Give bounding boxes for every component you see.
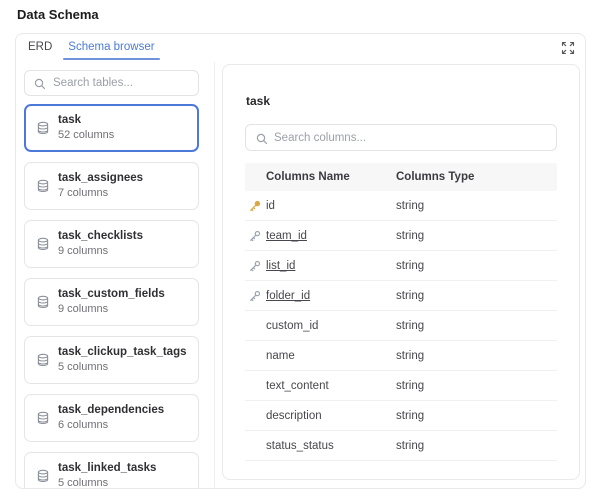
table-card-task_clickup_task_tags[interactable]: task_clickup_task_tags 5 columns — [24, 336, 199, 384]
columns-table-header: Columns Name Columns Type — [245, 163, 557, 191]
table-card-task_dependencies[interactable]: task_dependencies 6 columns — [24, 394, 199, 442]
table-columns-count: 9 columns — [58, 246, 143, 257]
tab-bar: ERD Schema browser — [16, 34, 585, 60]
table-name: task_custom_fields — [58, 289, 165, 301]
tables-search-input[interactable] — [25, 71, 198, 95]
column-row: text_content string — [245, 371, 557, 401]
column-row: id string — [245, 191, 557, 221]
table-name: task_assignees — [58, 173, 143, 185]
expand-icon[interactable] — [561, 41, 575, 55]
database-icon — [36, 469, 50, 483]
column-name: status_status — [266, 440, 334, 452]
table-card-task_checklists[interactable]: task_checklists 9 columns — [24, 220, 199, 268]
column-type: string — [396, 230, 557, 242]
primary-key-icon — [249, 200, 261, 212]
columns-search — [245, 124, 557, 151]
table-detail-card: task Columns Name Columns Type id — [222, 64, 580, 480]
table-name: task_checklists — [58, 231, 143, 243]
columns-table: Columns Name Columns Type id string team… — [245, 163, 557, 461]
column-name: id — [266, 200, 275, 212]
foreign-key-icon — [249, 290, 261, 302]
detail-table-title: task — [246, 94, 270, 108]
column-row: list_id string — [245, 251, 557, 281]
column-name[interactable]: folder_id — [266, 290, 310, 302]
columns-search-input[interactable] — [246, 125, 556, 150]
table-name: task_linked_tasks — [58, 463, 156, 475]
sidebar-divider — [214, 62, 215, 488]
column-type: string — [396, 350, 557, 362]
data-schema-widget: Data Schema ERD Schema browser — [0, 0, 600, 501]
table-columns-count: 5 columns — [58, 362, 187, 373]
schema-panel: ERD Schema browser — [15, 33, 586, 489]
database-icon — [36, 353, 50, 367]
column-row: status_status string — [245, 431, 557, 461]
column-type: string — [396, 410, 557, 422]
column-row: custom_id string — [245, 311, 557, 341]
column-type: string — [396, 260, 557, 272]
database-icon — [36, 237, 50, 251]
tables-search — [24, 70, 199, 96]
table-columns-count: 5 columns — [58, 478, 156, 489]
column-type: string — [396, 200, 557, 212]
column-name: name — [266, 350, 295, 362]
foreign-key-icon — [249, 260, 261, 272]
column-row: team_id string — [245, 221, 557, 251]
table-card-task_custom_fields[interactable]: task_custom_fields 9 columns — [24, 278, 199, 326]
column-name: description — [266, 410, 322, 422]
header-columns-type: Columns Type — [396, 171, 474, 183]
table-columns-count: 52 columns — [58, 130, 114, 141]
column-row: folder_id string — [245, 281, 557, 311]
tab-schema-browser[interactable]: Schema browser — [68, 34, 154, 60]
database-icon — [36, 411, 50, 425]
table-list: task 52 columns task_assignees 7 columns… — [24, 104, 199, 489]
foreign-key-icon — [249, 230, 261, 242]
column-row: name string — [245, 341, 557, 371]
column-type: string — [396, 380, 557, 392]
header-columns-name: Columns Name — [245, 171, 396, 183]
tab-erd[interactable]: ERD — [28, 34, 52, 60]
column-name[interactable]: list_id — [266, 260, 295, 272]
database-icon — [36, 121, 50, 135]
table-name: task_dependencies — [58, 405, 164, 417]
table-card-task_linked_tasks[interactable]: task_linked_tasks 5 columns — [24, 452, 199, 489]
table-name: task — [58, 115, 114, 127]
column-type: string — [396, 440, 557, 452]
columns-table-body: id string team_id string list_id string … — [245, 191, 557, 461]
table-columns-count: 7 columns — [58, 188, 143, 199]
table-columns-count: 9 columns — [58, 304, 165, 315]
column-name: text_content — [266, 380, 329, 392]
tables-sidebar: task 52 columns task_assignees 7 columns… — [24, 70, 199, 489]
database-icon — [36, 295, 50, 309]
column-row: description string — [245, 401, 557, 431]
table-card-task_assignees[interactable]: task_assignees 7 columns — [24, 162, 199, 210]
column-type: string — [396, 320, 557, 332]
column-name: custom_id — [266, 320, 318, 332]
column-name[interactable]: team_id — [266, 230, 307, 242]
column-type: string — [396, 290, 557, 302]
table-columns-count: 6 columns — [58, 420, 164, 431]
table-name: task_clickup_task_tags — [58, 347, 187, 359]
database-icon — [36, 179, 50, 193]
page-title: Data Schema — [17, 7, 99, 22]
table-card-task[interactable]: task 52 columns — [24, 104, 199, 152]
